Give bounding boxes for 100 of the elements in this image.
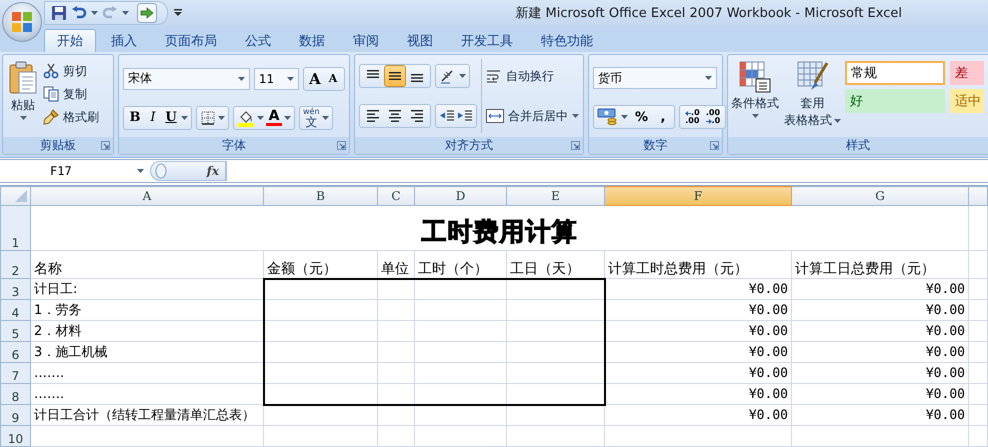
merge-center-button[interactable]: 合并后居中 [486, 106, 579, 126]
table-cell: ¥0.00 [604, 362, 792, 384]
ribbon-tab[interactable]: 页面布局 [152, 29, 230, 52]
clipboard-action-button[interactable]: 格式刷 [43, 107, 99, 127]
insert-function-button[interactable]: fx [206, 164, 219, 178]
align-lines-icon [411, 110, 423, 122]
caret-icon [752, 114, 758, 118]
caret-icon [20, 116, 26, 120]
vertical-align-button[interactable] [385, 66, 405, 86]
caret-icon [122, 11, 129, 15]
increase-decimal-button[interactable]: .0 .00 [683, 107, 702, 127]
row-header[interactable]: 7 [0, 362, 30, 384]
column-header[interactable]: F [604, 186, 792, 206]
ribbon-tab[interactable]: 审阅 [340, 29, 392, 52]
ribbon-tab[interactable]: 开始 [44, 29, 96, 52]
fill-color-icon[interactable] [237, 108, 255, 126]
arrow-button-icon[interactable] [137, 3, 157, 23]
ribbon-tab[interactable]: 插入 [98, 29, 150, 52]
column-header[interactable]: E [506, 186, 604, 206]
column-header[interactable]: G [792, 186, 968, 206]
dialog-launcher-icon[interactable] [710, 141, 719, 150]
row-header[interactable]: 4 [0, 300, 30, 320]
font-size-field[interactable]: 11 [254, 68, 299, 90]
cell-style-option[interactable]: 适中 [950, 89, 984, 113]
decrease-decimal-button[interactable]: .00 .0 [704, 107, 722, 127]
caret-icon [284, 116, 291, 120]
font-color-button[interactable]: A [266, 110, 282, 126]
row-header[interactable]: 8 [0, 384, 30, 404]
group-label: 样式 [846, 137, 870, 154]
row-header[interactable]: 5 [0, 320, 30, 342]
group-label: 对齐方式 [445, 137, 493, 154]
caret-icon [218, 116, 225, 120]
shrink-font-button[interactable]: A [325, 68, 341, 88]
caret-icon [257, 116, 264, 120]
scissors-icon [43, 63, 59, 79]
wrap-text-button[interactable]: 自动换行 [486, 66, 579, 86]
table-cell: ¥0.00 [604, 300, 792, 320]
ribbon-tab[interactable]: 开发工具 [448, 29, 526, 52]
caret-icon [287, 76, 294, 80]
triangle-icon [15, 190, 27, 202]
conditional-formatting-button[interactable]: 条件格式 [730, 59, 780, 133]
caret-icon [181, 116, 188, 120]
number-format-field[interactable]: 货币 [593, 67, 717, 89]
format-as-table-button[interactable]: 套用 表格格式 [783, 59, 842, 133]
caret-icon [621, 115, 628, 119]
underline-button[interactable]: U [163, 108, 179, 128]
dialog-launcher-icon[interactable] [571, 141, 580, 150]
dialog-launcher-icon[interactable] [337, 141, 346, 150]
row-header[interactable]: 3 [0, 278, 30, 300]
table-cell: ¥0.00 [792, 342, 968, 362]
table-cell: ¥0.00 [604, 384, 792, 404]
column-header[interactable]: B [264, 186, 378, 206]
customize-menu-icon[interactable] [174, 9, 182, 17]
clipboard-action-button[interactable]: 剪切 [43, 61, 99, 81]
row-header[interactable]: 6 [0, 342, 30, 362]
table-cell: ¥0.00 [604, 320, 792, 342]
border-icon[interactable] [200, 110, 216, 126]
column-header[interactable]: C [378, 186, 414, 206]
caret-icon [91, 11, 98, 15]
caret-icon [459, 74, 466, 78]
wrap-lines-icon [486, 68, 502, 84]
row-header[interactable]: 9 [0, 404, 30, 426]
sheet-title: 工时费用计算 [30, 206, 968, 250]
column-header[interactable]: D [414, 186, 506, 206]
grow-font-button[interactable]: A [307, 68, 323, 88]
bold-button[interactable]: B [127, 108, 143, 128]
name-box[interactable]: F17 [0, 161, 150, 181]
brush-icon [43, 109, 59, 125]
undo-icon[interactable] [71, 5, 87, 21]
caret-icon [238, 76, 245, 80]
font-name-field[interactable]: 宋体 [123, 68, 250, 90]
ribbon-tab[interactable]: 数据 [286, 29, 338, 52]
column-heading: 计算工日总费用（元） [792, 250, 968, 278]
cell-style-option[interactable]: 差 [950, 61, 984, 85]
column-heading: 计算工时总费用（元） [604, 250, 792, 278]
left-arrow-icon [685, 110, 692, 116]
row-header[interactable]: 10 [0, 426, 30, 446]
colored-grid-icon [739, 61, 771, 93]
resize-handle-icon[interactable] [155, 163, 167, 179]
ribbon-tab[interactable]: 公式 [232, 29, 284, 52]
row-header[interactable]: 2 [0, 250, 30, 278]
save-icon[interactable] [51, 5, 67, 21]
logo-icon [11, 11, 33, 33]
paste-button[interactable]: 粘贴 [7, 59, 39, 133]
currency-icon[interactable] [597, 108, 619, 126]
cell-style-option[interactable]: 好 [845, 89, 945, 113]
align-lines-icon [367, 70, 379, 78]
column-header[interactable]: A [30, 186, 264, 206]
comma-button[interactable]: , [655, 107, 672, 127]
office-button[interactable] [2, 2, 42, 42]
italic-button[interactable]: I [145, 108, 161, 128]
caret-icon [834, 118, 841, 122]
ribbon-tab[interactable]: 特色功能 [528, 29, 606, 52]
cell-style-option[interactable]: 常规 [845, 61, 945, 85]
clipboard-action-button[interactable]: 复制 [43, 84, 99, 104]
group-label: 剪贴板 [40, 137, 76, 154]
dialog-launcher-icon[interactable] [101, 141, 110, 150]
percent-button[interactable]: % [630, 107, 654, 127]
ribbon-tab[interactable]: 视图 [394, 29, 446, 52]
row-header[interactable]: 1 [0, 206, 30, 250]
